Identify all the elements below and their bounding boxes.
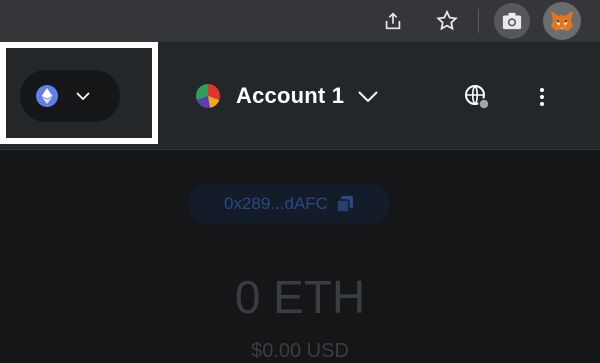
share-icon[interactable] bbox=[376, 4, 410, 38]
camera-icon[interactable] bbox=[494, 3, 530, 39]
fiat-balance: $0.00 USD bbox=[251, 340, 349, 362]
account-selector[interactable]: Account 1 bbox=[196, 79, 380, 113]
browser-toolbar bbox=[0, 0, 600, 42]
wallet-overview bbox=[0, 150, 600, 363]
network-selector-highlight bbox=[0, 42, 158, 144]
kebab-menu-icon[interactable] bbox=[530, 82, 554, 112]
address-copy-button[interactable]: 0x289...dAFC bbox=[188, 184, 390, 224]
account-avatar bbox=[196, 84, 220, 108]
copy-icon bbox=[336, 195, 354, 213]
account-address: 0x289...dAFC bbox=[224, 194, 328, 213]
chevron-down-icon bbox=[358, 85, 380, 107]
account-name: Account 1 bbox=[236, 83, 345, 108]
metamask-fox-icon[interactable] bbox=[543, 2, 581, 40]
toolbar-divider bbox=[478, 9, 479, 33]
eth-balance: 0 ETH bbox=[234, 271, 366, 323]
star-icon[interactable] bbox=[430, 4, 464, 38]
globe-connected-icon[interactable] bbox=[462, 82, 492, 112]
